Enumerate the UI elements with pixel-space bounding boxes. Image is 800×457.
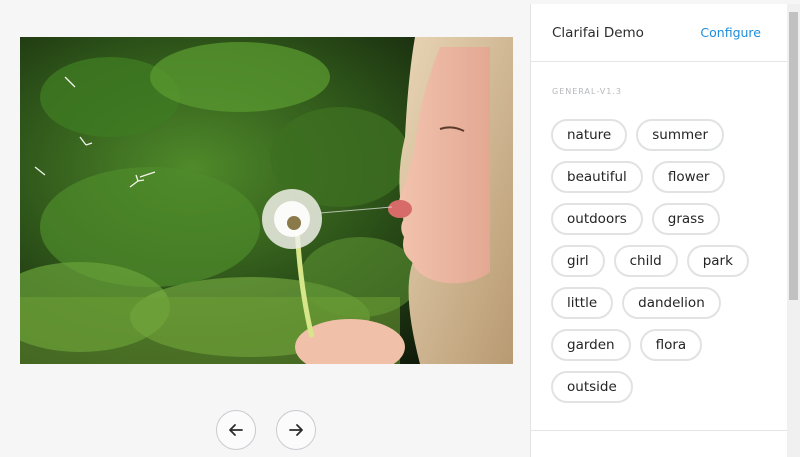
arrow-left-icon	[229, 424, 243, 436]
panel-header: Clarifai Demo Configure	[531, 4, 787, 62]
model-version-label: GENERAL-V1.3	[552, 87, 622, 96]
tag-chip[interactable]: beautiful	[551, 161, 643, 193]
tags-panel: Clarifai Demo Configure GENERAL-V1.3 nat…	[530, 4, 787, 457]
tag-chip[interactable]: park	[686, 245, 749, 277]
tag-chip[interactable]: outdoors	[551, 203, 643, 235]
tag-chip[interactable]: summer	[636, 119, 724, 151]
next-image-button[interactable]	[276, 410, 316, 450]
tag-list: nature summer beautiful flower outdoors …	[551, 119, 776, 403]
tag-chip[interactable]: grass	[651, 203, 721, 235]
tag-chip[interactable]: little	[551, 287, 614, 319]
previous-image-button[interactable]	[216, 410, 256, 450]
image-stage	[0, 4, 530, 457]
panel-title: Clarifai Demo	[552, 24, 644, 41]
tag-chip[interactable]: nature	[551, 119, 628, 151]
vertical-scrollbar[interactable]	[787, 4, 800, 457]
tag-chip[interactable]: flower	[651, 161, 726, 193]
configure-link[interactable]: Configure	[700, 25, 761, 40]
scrollbar-thumb[interactable]	[789, 12, 798, 300]
tag-chip[interactable]: child	[613, 245, 678, 277]
photo-illustration	[20, 37, 513, 364]
tag-chip[interactable]: girl	[551, 245, 605, 277]
tag-chip[interactable]: dandelion	[622, 287, 721, 319]
arrow-right-icon	[289, 424, 303, 436]
photo-girl-blowing-dandelion	[20, 37, 513, 364]
tag-chip[interactable]: flora	[639, 329, 703, 361]
tag-chip[interactable]: garden	[551, 329, 631, 361]
tag-chip[interactable]: outside	[551, 371, 633, 403]
panel-footer-divider	[531, 430, 787, 431]
